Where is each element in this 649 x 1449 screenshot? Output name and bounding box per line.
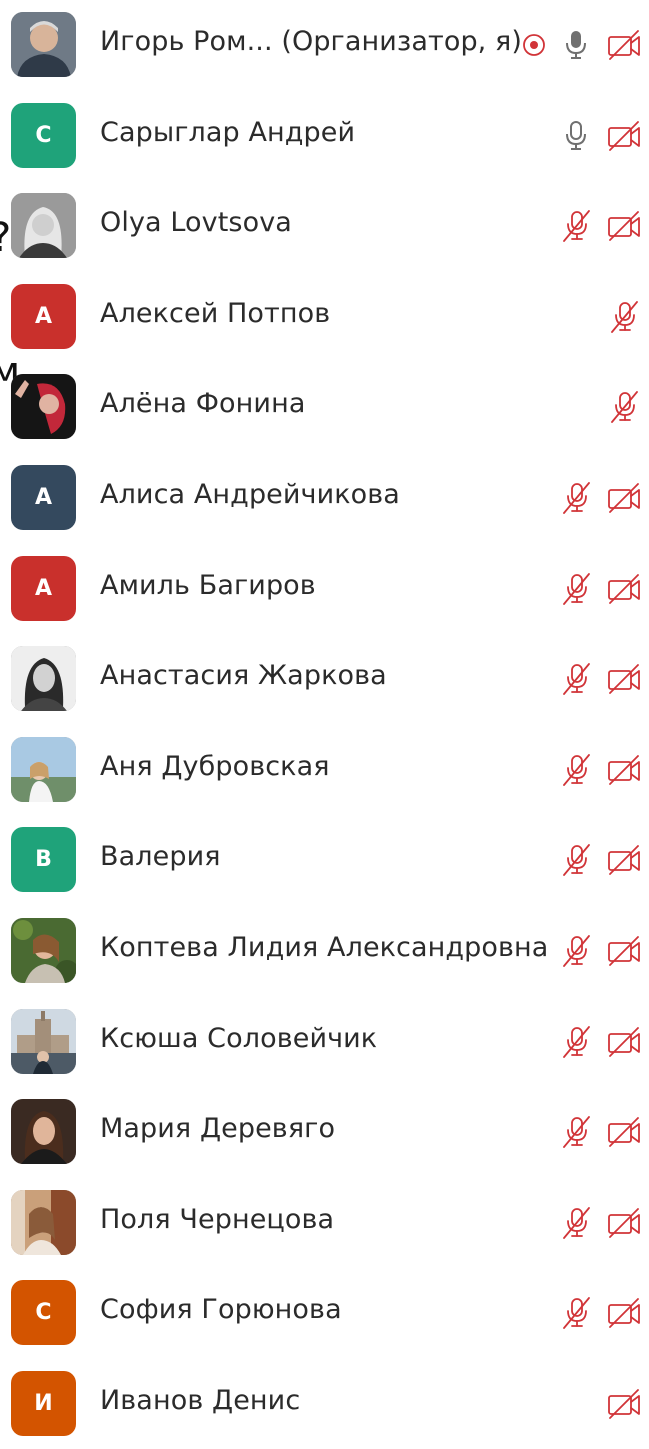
- status-icons: [521, 22, 643, 68]
- microphone-on-icon: [557, 26, 595, 64]
- avatar-initial: В: [11, 827, 76, 893]
- microphone-muted-icon: [557, 660, 595, 698]
- participant-name: Аня Дубровская: [100, 750, 330, 782]
- status-icons: [605, 1381, 643, 1427]
- avatar-photo: [11, 1008, 76, 1074]
- microphone-muted-icon: [605, 388, 643, 426]
- status-icons: [557, 113, 643, 159]
- avatar-photo: [11, 918, 76, 983]
- participant-row[interactable]: Поля Чернецова: [0, 1178, 649, 1268]
- microphone-muted-icon: [557, 841, 595, 879]
- avatar-photo: [11, 374, 76, 440]
- participant-row[interactable]: А Амиль Багиров: [0, 544, 649, 634]
- microphone-muted-icon: [557, 751, 595, 789]
- microphone-muted-icon: [557, 1113, 595, 1151]
- participant-row[interactable]: С Сарыглар Андрей: [0, 91, 649, 181]
- participant-name: Коптева Лидия Александровна: [100, 932, 549, 963]
- participant-row[interactable]: Анастасия Жаркова: [0, 634, 649, 724]
- participant-row[interactable]: Мария Деревяго: [0, 1087, 649, 1177]
- camera-off-icon: [605, 1023, 643, 1061]
- participant-row[interactable]: С София Горюнова: [0, 1268, 649, 1358]
- participant-name: Алёна Фонина: [100, 388, 306, 420]
- microphone-muted-icon: [557, 570, 595, 608]
- status-icons: [557, 656, 643, 702]
- status-icons: [605, 384, 643, 430]
- avatar-photo: [11, 646, 76, 712]
- avatar-initial: А: [11, 465, 76, 530]
- participant-row[interactable]: Ксюша Соловейчик: [0, 997, 649, 1087]
- microphone-muted-icon: [557, 479, 595, 517]
- avatar-initial: С: [11, 102, 76, 168]
- avatar-initial: И: [11, 1371, 76, 1436]
- status-icons: [557, 1109, 643, 1155]
- camera-off-icon: [605, 1385, 643, 1423]
- participant-name: Амиль Багиров: [100, 569, 316, 601]
- microphone-muted-icon: [557, 207, 595, 245]
- camera-off-icon: [605, 660, 643, 698]
- status-icons: [557, 475, 643, 521]
- camera-off-icon: [605, 932, 643, 970]
- camera-off-icon: [605, 841, 643, 879]
- microphone-muted-icon: [557, 1204, 595, 1242]
- avatar-photo: [11, 736, 76, 802]
- participant-row[interactable]: Игорь Ром... (Организатор, я): [0, 0, 649, 90]
- status-icons: [557, 203, 643, 249]
- avatar-initial: А: [11, 283, 76, 349]
- avatar-photo: [11, 193, 76, 259]
- camera-off-icon: [605, 751, 643, 789]
- participant-row[interactable]: Алёна Фонина: [0, 362, 649, 452]
- participant-row[interactable]: А Алексей Потпов: [0, 272, 649, 362]
- participant-row[interactable]: И Иванов Денис: [0, 1359, 649, 1449]
- participant-row[interactable]: В Валерия: [0, 815, 649, 905]
- camera-off-icon: [605, 570, 643, 608]
- camera-off-icon: [605, 26, 643, 64]
- status-icons: [557, 1019, 643, 1065]
- status-icons: [557, 837, 643, 883]
- status-icons: [557, 1200, 643, 1246]
- microphone-on-icon: [557, 117, 595, 155]
- microphone-muted-icon: [557, 1023, 595, 1061]
- participant-name: Сарыглар Андрей: [100, 116, 356, 148]
- camera-off-icon: [605, 207, 643, 245]
- camera-off-icon: [605, 1294, 643, 1332]
- participant-name: Olya Lovtsova: [100, 207, 292, 239]
- status-icons: [605, 294, 643, 340]
- avatar-photo: [11, 1189, 76, 1255]
- participant-name: Поля Чернецова: [100, 1203, 335, 1235]
- camera-off-icon: [605, 479, 643, 517]
- microphone-muted-icon: [557, 932, 595, 970]
- camera-off-icon: [605, 117, 643, 155]
- status-icons: [557, 928, 643, 974]
- avatar-initial: С: [11, 1280, 76, 1346]
- participant-name: Ксюша Соловейчик: [100, 1022, 378, 1054]
- participant-row[interactable]: Olya Lovtsova: [0, 181, 649, 271]
- participant-row[interactable]: Коптева Лидия Александровна: [0, 906, 649, 996]
- participant-name: Валерия: [100, 841, 221, 873]
- recording-icon: [521, 32, 547, 58]
- participant-name: Игорь Ром... (Организатор, я): [100, 26, 523, 57]
- avatar-photo: [11, 12, 76, 77]
- microphone-muted-icon: [605, 298, 643, 336]
- avatar-initial: А: [11, 555, 76, 621]
- participant-name: София Горюнова: [100, 1294, 342, 1326]
- status-icons: [557, 1290, 643, 1336]
- participant-row[interactable]: Аня Дубровская: [0, 725, 649, 815]
- participant-name: Алексей Потпов: [100, 297, 331, 329]
- microphone-muted-icon: [557, 1294, 595, 1332]
- avatar-photo: [11, 1099, 76, 1165]
- status-icons: [557, 566, 643, 612]
- participant-name: Иванов Денис: [100, 1385, 301, 1416]
- participant-name: Мария Деревяго: [100, 1113, 336, 1145]
- participant-row[interactable]: А Алиса Андрейчикова: [0, 453, 649, 543]
- participant-name: Анастасия Жаркова: [100, 660, 387, 692]
- camera-off-icon: [605, 1113, 643, 1151]
- camera-off-icon: [605, 1204, 643, 1242]
- status-icons: [557, 747, 643, 793]
- participant-name: Алиса Андрейчикова: [100, 479, 400, 510]
